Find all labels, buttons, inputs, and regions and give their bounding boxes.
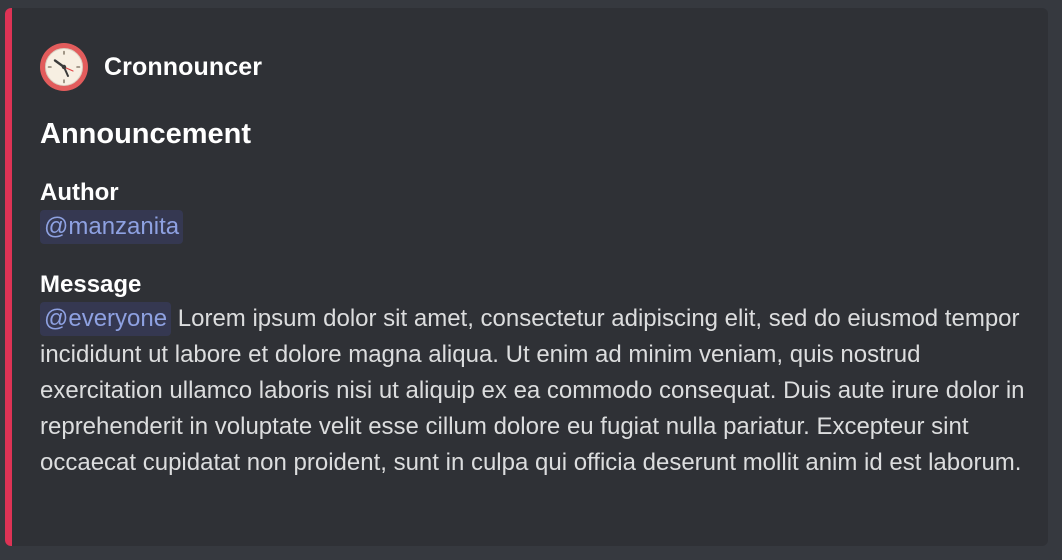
user-mention[interactable]: @manzanita <box>40 210 184 244</box>
field-author: Author @manzanita <box>40 177 1030 245</box>
field-value: @manzanita <box>40 209 1030 245</box>
announcement-embed: Cronnouncer Announcement Author @manzani… <box>5 8 1048 546</box>
message-body: Lorem ipsum dolor sit amet, consectetur … <box>40 305 1025 476</box>
field-message: Message @everyone Lorem ipsum dolor sit … <box>40 269 1030 481</box>
field-name: Author <box>40 179 119 206</box>
embed-title: Announcement <box>40 118 252 150</box>
field-name: Message <box>40 271 142 298</box>
author-name[interactable]: Cronnouncer <box>104 53 262 82</box>
message-text: @everyone Lorem ipsum dolor sit amet, co… <box>40 301 1030 481</box>
clock-icon[interactable] <box>40 43 88 91</box>
embed-accent-bar <box>5 8 12 546</box>
embed-author: Cronnouncer <box>40 43 262 91</box>
everyone-mention[interactable]: @everyone <box>40 302 172 336</box>
